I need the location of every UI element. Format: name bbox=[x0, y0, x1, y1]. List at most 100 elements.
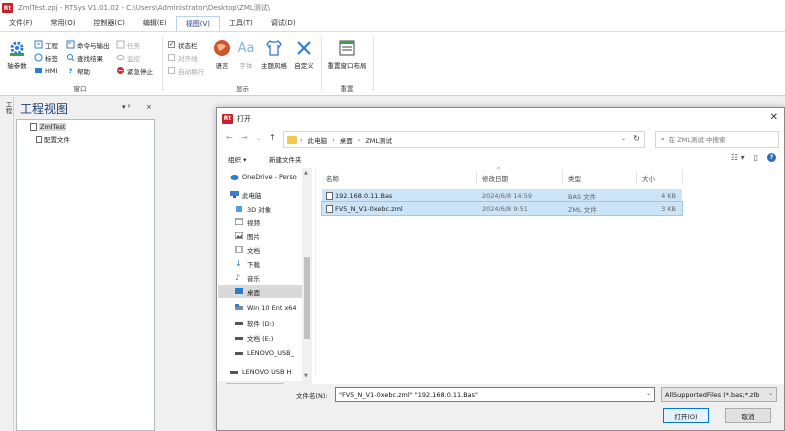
theme-button[interactable]: 主题风格 bbox=[259, 38, 289, 70]
nav-item-this-pc[interactable]: 此电脑 bbox=[218, 188, 304, 201]
nav-item-drive-d[interactable]: 软件 (D:) bbox=[218, 316, 304, 329]
refresh-icon[interactable]: ↻ bbox=[633, 134, 640, 143]
chevron-down-icon[interactable]: ⌄ bbox=[767, 390, 773, 397]
column-header-date[interactable]: 修改日期 bbox=[482, 171, 508, 184]
column-divider[interactable] bbox=[636, 170, 637, 184]
dialog-footer: 文件名(N): "FV5_N_V1-0xebc.zml" "192.168.0.… bbox=[217, 384, 784, 430]
help-icon[interactable]: ? bbox=[767, 153, 776, 162]
scroll-up-icon[interactable]: ▲ bbox=[304, 170, 308, 176]
nav-item-3d-objects[interactable]: 3D 对象 bbox=[218, 202, 304, 215]
nav-item-documents[interactable]: 文档 bbox=[218, 243, 304, 256]
view-options-icon[interactable]: ☷ ▾ bbox=[731, 153, 745, 162]
monitor-button[interactable]: 监控 bbox=[116, 52, 140, 63]
filename-input[interactable]: "FV5_N_V1-0xebc.zml" "192.168.0.11.Bas" … bbox=[335, 387, 655, 402]
ribbon-group-display-label: 显示 bbox=[236, 85, 249, 93]
find-results-button[interactable]: 查找结果 bbox=[66, 52, 103, 63]
nav-item-label: 文档 bbox=[247, 246, 260, 255]
nav-item-music[interactable]: ♪ 音乐 bbox=[218, 271, 304, 284]
back-arrow-icon[interactable]: ← bbox=[226, 133, 233, 142]
search-box[interactable]: ⌕ bbox=[655, 131, 779, 148]
align-line-toggle[interactable]: 对齐线 bbox=[168, 52, 198, 63]
dialog-close-button[interactable]: ✕ bbox=[770, 112, 778, 123]
menu-tools[interactable]: 工具(T) bbox=[220, 16, 262, 31]
music-icon: ♪ bbox=[235, 273, 241, 282]
task-icon bbox=[116, 40, 125, 49]
organize-button[interactable]: 组织 ▾ bbox=[228, 154, 246, 164]
breadcrumb-zml[interactable]: ZML测试 bbox=[365, 135, 392, 145]
preview-pane-icon[interactable]: ▯ bbox=[754, 153, 758, 162]
cmd-output-button[interactable]: 命令与输出 bbox=[66, 39, 110, 50]
nav-item-drive-e[interactable]: 文档 (E:) bbox=[218, 331, 304, 344]
label-button[interactable]: 标签 bbox=[34, 52, 58, 63]
up-arrow-icon[interactable]: ↑ bbox=[269, 133, 276, 142]
cloud-icon bbox=[230, 173, 239, 180]
ribbon-group-display: ✓ 状态栏 对齐线 自动换行 语言 Aa 字体 主题风格 自定义 显示 bbox=[165, 32, 320, 95]
breadcrumb-this-pc[interactable]: 此电脑 bbox=[308, 135, 328, 145]
help-button[interactable]: ? 帮助 bbox=[66, 65, 90, 76]
app-logo-icon: Rt bbox=[2, 3, 13, 13]
nav-item-downloads[interactable]: ↓ 下载 bbox=[218, 257, 304, 270]
customize-button[interactable]: 自定义 bbox=[291, 38, 317, 70]
project-button[interactable]: 工程 bbox=[34, 39, 58, 50]
column-divider[interactable] bbox=[476, 170, 477, 184]
column-header-type[interactable]: 类型 bbox=[568, 171, 581, 184]
menu-file[interactable]: 文件(F) bbox=[0, 16, 42, 31]
axis-params-label: 轴参数 bbox=[7, 62, 27, 70]
menu-debug[interactable]: 调试(D) bbox=[262, 16, 305, 31]
panel-close-button[interactable]: × bbox=[146, 103, 152, 111]
app-title: ZmlTest.zpj - RTSys V1.01.02 - C:\Users\… bbox=[18, 4, 271, 12]
pin-button[interactable]: ▾ ᵖ bbox=[122, 103, 131, 111]
nav-item-onedrive[interactable]: OneDrive - Perso bbox=[218, 170, 304, 183]
search-input[interactable] bbox=[668, 135, 769, 144]
auto-wrap-toggle[interactable]: 自动换行 bbox=[168, 65, 204, 76]
checkbox-unchecked bbox=[168, 54, 175, 61]
tree-item-project[interactable]: ZmlTest bbox=[30, 123, 67, 131]
nav-item-desktop[interactable]: 桌面 bbox=[218, 285, 304, 298]
recent-dropdown-icon[interactable]: ⌄ bbox=[256, 135, 261, 142]
nav-item-usb-2[interactable]: LENOVO USB H bbox=[218, 365, 304, 378]
language-button[interactable]: 语言 bbox=[209, 38, 235, 70]
chevron-down-icon[interactable]: ⌄ bbox=[646, 390, 651, 397]
tree-item-config[interactable]: 配置文件 bbox=[36, 134, 70, 144]
column-header-size[interactable]: 大小 bbox=[642, 171, 655, 184]
file-type-filter[interactable]: AllSupportedFiles (*.bas;*.zlb ⌄ bbox=[661, 387, 777, 402]
file-row[interactable]: 192.168.0.11.Bas 2024/6/8 14:59 BAS 文件 4… bbox=[322, 189, 682, 202]
column-header-name[interactable]: 名称 bbox=[326, 171, 339, 184]
ribbon-group-window: 轴参数 工程 标签 HMI 命令与输出 查找结果 ? 帮助 任务 监控 紧急停止… bbox=[0, 32, 160, 95]
reset-layout-button[interactable]: 重置窗口布局 bbox=[324, 38, 370, 70]
dialog-titlebar: Rt 打开 ✕ bbox=[217, 108, 784, 129]
nav-item-pictures[interactable]: 图片 bbox=[218, 229, 304, 242]
axis-params-button[interactable]: 轴参数 bbox=[4, 38, 30, 70]
file-row[interactable]: FV5_N_V1-0xebc.zml 2024/6/8 9:51 ZML 文件 … bbox=[321, 201, 683, 216]
menu-common[interactable]: 常用(O) bbox=[42, 16, 85, 31]
new-folder-button[interactable]: 新建文件夹 bbox=[269, 154, 302, 164]
scroll-thumb[interactable] bbox=[304, 257, 310, 339]
menu-controller[interactable]: 控制器(C) bbox=[84, 16, 133, 31]
nav-vertical-scrollbar[interactable]: ▲ ▼ bbox=[302, 168, 312, 381]
chevron-down-icon[interactable]: ⌄ bbox=[621, 135, 626, 142]
column-divider[interactable] bbox=[682, 170, 683, 184]
menu-edit[interactable]: 编辑(E) bbox=[134, 16, 176, 31]
menu-view[interactable]: 视图(V) bbox=[175, 16, 220, 31]
hmi-button[interactable]: HMI bbox=[34, 65, 57, 76]
file-name-cell: FV5_N_V1-0xebc.zml bbox=[326, 204, 403, 213]
font-button[interactable]: Aa 字体 bbox=[233, 38, 259, 71]
config-file-icon bbox=[36, 135, 42, 143]
forward-arrow-icon[interactable]: → bbox=[241, 133, 248, 142]
nav-item-drive-c[interactable]: Win 10 Ent x64 bbox=[218, 301, 304, 314]
column-divider[interactable] bbox=[562, 170, 563, 184]
scroll-down-icon[interactable]: ▼ bbox=[304, 373, 308, 379]
side-tab-project[interactable]: 工程 bbox=[3, 101, 13, 114]
open-button[interactable]: 打开(O) bbox=[663, 408, 709, 423]
cancel-button[interactable]: 取消 bbox=[725, 408, 771, 423]
theme-label: 主题风格 bbox=[261, 62, 287, 70]
cmd-output-label: 命令与输出 bbox=[77, 41, 110, 50]
nav-item-usb-1[interactable]: LENOVO_USB_ bbox=[218, 346, 304, 359]
computer-icon bbox=[230, 191, 239, 198]
nav-item-videos[interactable]: 视频 bbox=[218, 215, 304, 228]
task-button[interactable]: 任务 bbox=[116, 39, 140, 50]
emergency-stop-button[interactable]: 紧急停止 bbox=[116, 65, 153, 76]
breadcrumb-desktop[interactable]: 桌面 bbox=[340, 135, 353, 145]
address-bar[interactable]: › 此电脑 › 桌面 › ZML测试 ⌄ ↻ bbox=[283, 131, 645, 148]
status-bar-toggle[interactable]: ✓ 状态栏 bbox=[168, 39, 198, 50]
